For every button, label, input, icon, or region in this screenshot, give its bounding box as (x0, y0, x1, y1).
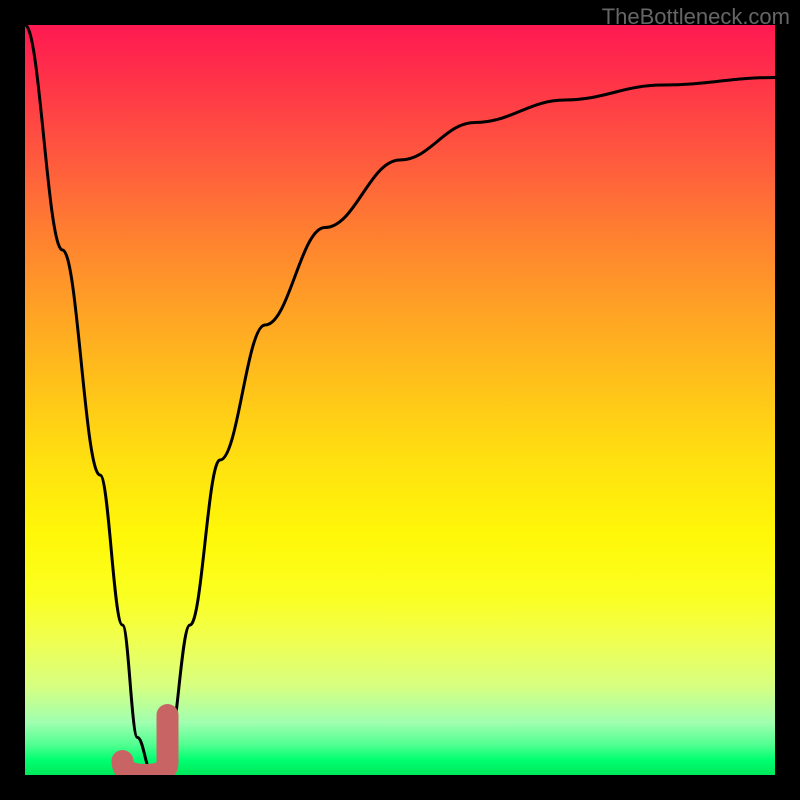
watermark-text: TheBottleneck.com (602, 4, 790, 30)
chart-svg (25, 25, 775, 775)
bottleneck-curve-path (25, 25, 775, 775)
sweet-spot-j-marker (123, 715, 168, 775)
chart-plot-area (25, 25, 775, 775)
